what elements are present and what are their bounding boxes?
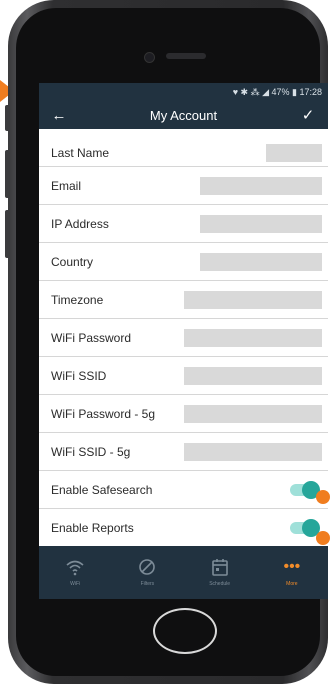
callout-dot xyxy=(316,531,330,545)
wifi-password-field[interactable] xyxy=(184,328,322,347)
wifi-password-5g-field[interactable] xyxy=(184,404,322,423)
timezone-label: Timezone xyxy=(51,292,104,307)
mute-switch xyxy=(5,105,10,131)
status-bar: ♥ ✱ ⁂ ◢ 47% ▮ 17:28 xyxy=(39,83,328,101)
app-bar: ← My Account ✓ xyxy=(39,101,328,129)
page-title: My Account xyxy=(149,107,218,123)
tab-wifi-label: WiFi xyxy=(70,581,81,587)
block-icon xyxy=(137,558,157,578)
wifi-ssid-5g-label: WiFi SSID - 5g xyxy=(51,444,131,459)
row-wifi-ssid: WiFi SSID xyxy=(39,357,328,395)
row-timezone: Timezone xyxy=(39,281,328,319)
more-icon: ••• xyxy=(283,558,301,575)
tab-more[interactable]: ••• More xyxy=(256,546,328,599)
wifi-ssid-5g-field[interactable] xyxy=(184,442,322,461)
wifi-password-label: WiFi Password xyxy=(51,330,132,345)
tab-more-label: More xyxy=(286,581,298,587)
settings-list: Last Name Email IP Address Country Timez… xyxy=(39,139,328,546)
callout-dot xyxy=(316,490,330,504)
bottom-tab-bar: WiFi Filters Schedule ••• More xyxy=(39,546,328,599)
tab-filters-label: Filters xyxy=(140,581,155,587)
timezone-field[interactable] xyxy=(184,290,322,309)
ip-address-label: IP Address xyxy=(51,216,109,231)
enable-reports-label: Enable Reports xyxy=(51,521,134,535)
row-wifi-ssid-5g: WiFi SSID - 5g xyxy=(39,433,328,471)
tab-wifi[interactable]: WiFi xyxy=(39,546,111,599)
wifi-ssid-label: WiFi SSID xyxy=(51,368,107,383)
back-arrow-icon[interactable]: ← xyxy=(49,107,69,124)
volume-up-button xyxy=(5,150,10,198)
confirm-check-icon[interactable]: ✓ xyxy=(298,106,318,124)
app-screen: ♥ ✱ ⁂ ◢ 47% ▮ 17:28 ← My Account ✓ Last … xyxy=(39,83,328,599)
row-wifi-password: WiFi Password xyxy=(39,319,328,357)
country-field[interactable] xyxy=(200,252,322,271)
tab-schedule[interactable]: Schedule xyxy=(184,546,256,599)
row-email: Email xyxy=(39,167,328,205)
tab-schedule-label: Schedule xyxy=(209,581,231,587)
country-label: Country xyxy=(51,254,94,269)
earpiece-speaker xyxy=(166,53,206,59)
row-enable-reports: Enable Reports xyxy=(39,509,328,546)
ip-address-field[interactable] xyxy=(200,214,322,233)
home-button[interactable] xyxy=(153,608,217,654)
tab-filters[interactable]: Filters xyxy=(111,546,183,599)
calendar-icon xyxy=(210,558,230,578)
wifi-ssid-field[interactable] xyxy=(184,366,322,385)
row-wifi-password-5g: WiFi Password - 5g xyxy=(39,395,328,433)
volume-down-button xyxy=(5,210,10,258)
row-ip-address: IP Address xyxy=(39,205,328,243)
reports-toggle[interactable] xyxy=(290,519,320,537)
wifi-icon xyxy=(65,558,85,578)
last-name-label: Last Name xyxy=(51,145,110,160)
row-country: Country xyxy=(39,243,328,281)
email-label: Email xyxy=(51,178,82,193)
row-last-name: Last Name xyxy=(39,139,328,167)
safesearch-toggle[interactable] xyxy=(290,480,320,499)
row-enable-safesearch: Enable Safesearch xyxy=(39,471,328,509)
wifi-password-5g-label: WiFi Password - 5g xyxy=(51,406,156,421)
front-camera xyxy=(144,52,155,63)
enable-safesearch-label: Enable Safesearch xyxy=(51,482,153,497)
email-field[interactable] xyxy=(200,176,322,195)
last-name-field[interactable] xyxy=(266,143,322,162)
status-text: ♥ ✱ ⁂ ◢ 47% ▮ 17:28 xyxy=(232,86,322,97)
